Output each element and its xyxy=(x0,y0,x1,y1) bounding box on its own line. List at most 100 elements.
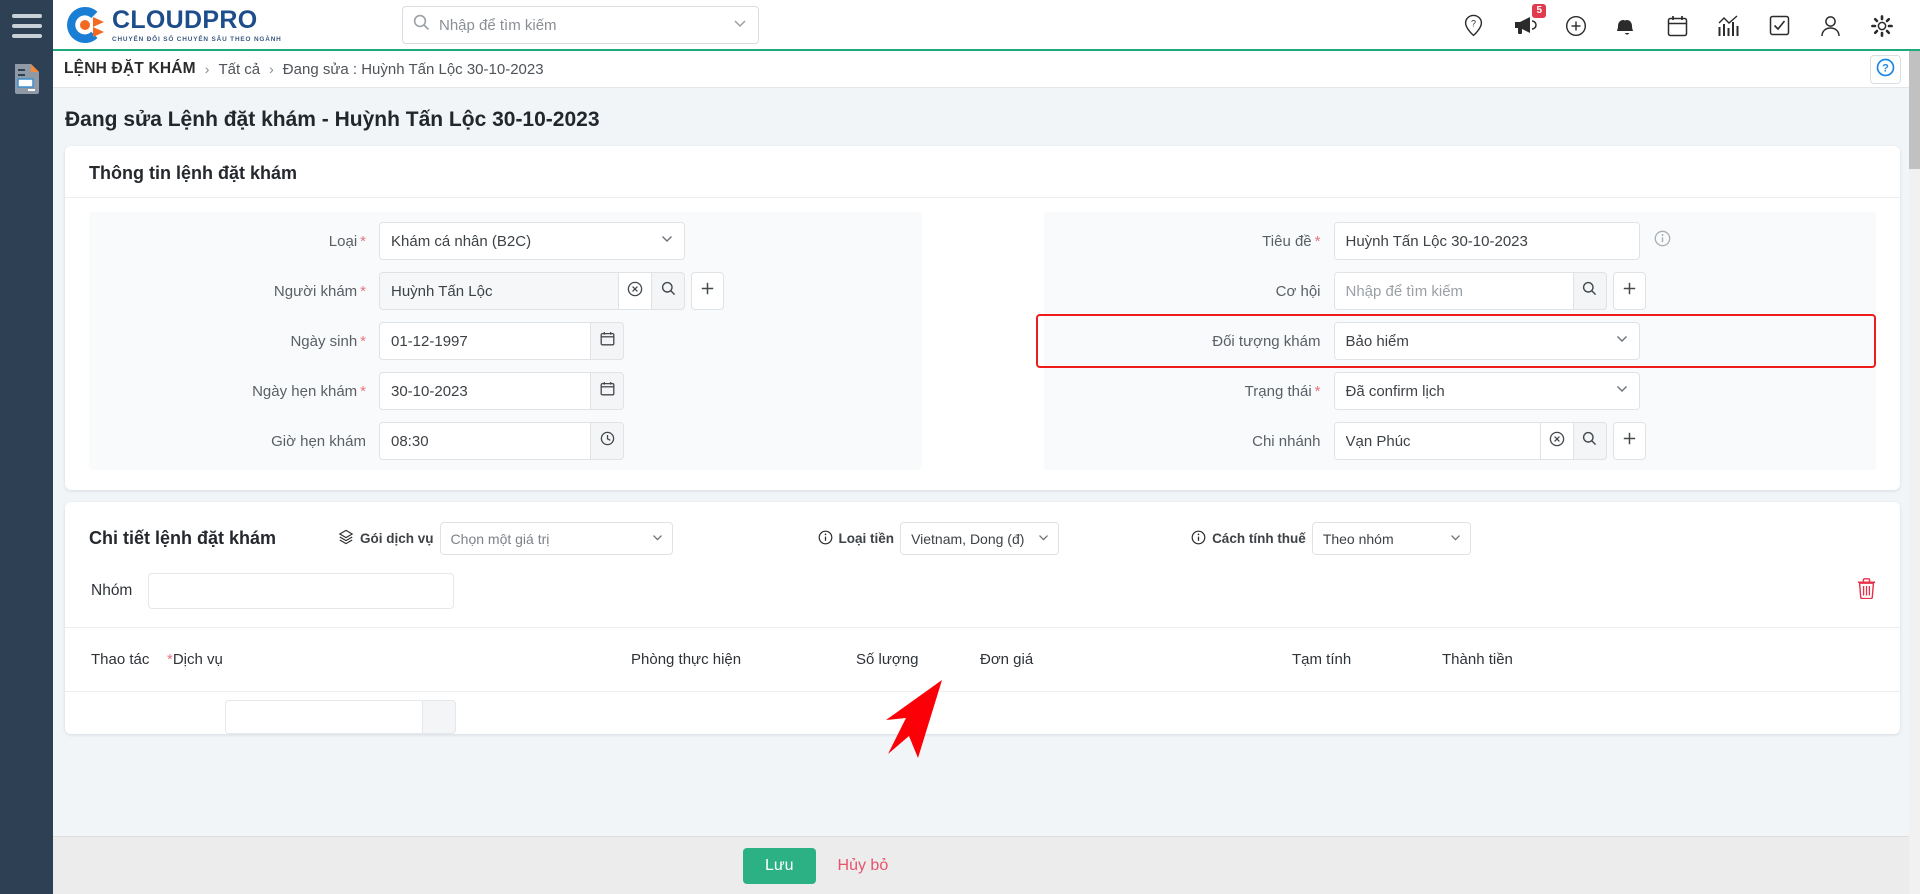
service-package-value: Chọn một giá trị xyxy=(450,530,550,547)
scrollbar-thumb[interactable] xyxy=(1909,51,1920,169)
time-picker-button[interactable] xyxy=(591,422,624,460)
info-circle-icon[interactable] xyxy=(1654,230,1671,252)
currency-value: Vietnam, Dong (đ) xyxy=(911,530,1025,547)
detail-table-header: Thao tác *Dịch vụ Phòng thực hiện Số lượ… xyxy=(65,628,1900,692)
save-button[interactable]: Lưu xyxy=(743,847,816,884)
field-label: Ngày hẹn khám * xyxy=(252,382,366,400)
trang-thai-value[interactable] xyxy=(1333,372,1640,410)
loai-select[interactable] xyxy=(379,222,685,260)
vertical-scrollbar[interactable] xyxy=(1909,51,1920,894)
page-body: Đang sửa Lệnh đặt khám - Huỳnh Tấn Lộc 3… xyxy=(53,88,1910,836)
co-hoi-lookup xyxy=(1333,272,1646,310)
clear-circle-icon xyxy=(627,281,643,302)
tieu-de-field xyxy=(1333,222,1640,260)
lookup-search-button[interactable] xyxy=(1573,422,1607,460)
location-pin-help-icon[interactable]: ? xyxy=(1461,13,1486,38)
tax-mode-value: Theo nhóm xyxy=(1322,530,1394,547)
brand-tagline: CHUYỂN ĐỔI SỐ CHUYÊN SÂU THEO NGÀNH xyxy=(112,35,282,43)
field-label: Cơ hội xyxy=(1275,282,1321,300)
add-button[interactable] xyxy=(1612,422,1646,460)
info-card: Thông tin lệnh đặt khám Loại* Người khám… xyxy=(65,146,1900,490)
group-label: Nhóm xyxy=(91,582,133,599)
service-lookup-button[interactable] xyxy=(423,700,456,734)
search-icon xyxy=(413,14,430,36)
field-doi-tuong-kham: Đối tượng khám xyxy=(1044,322,1877,360)
nguoi-kham-lookup xyxy=(379,272,724,310)
brand-logo[interactable]: CLOUDPRO CHUYỂN ĐỔI SỐ CHUYÊN SÂU THEO N… xyxy=(63,3,282,47)
bell-icon[interactable] xyxy=(1614,13,1639,38)
add-button[interactable] xyxy=(1612,272,1646,310)
cancel-button[interactable]: Hủy bỏ xyxy=(838,857,889,875)
field-nguoi-kham: Người khám * xyxy=(89,272,922,310)
gio-hen-kham-value[interactable] xyxy=(379,422,591,460)
column-header-action: Thao tác xyxy=(91,650,150,668)
chi-nhanh-value[interactable] xyxy=(1333,422,1541,460)
lookup-search-button[interactable] xyxy=(1573,272,1607,310)
plus-circle-icon[interactable] xyxy=(1563,13,1588,38)
column-header-subtotal: Tạm tính xyxy=(1292,651,1352,668)
document-module-icon[interactable] xyxy=(13,62,41,94)
gear-icon[interactable] xyxy=(1869,13,1894,38)
help-button[interactable]: ? xyxy=(1870,55,1901,84)
left-form-column: Loại* Người khám* xyxy=(89,212,922,470)
clear-button[interactable] xyxy=(1540,422,1574,460)
column-header-unit-price: Đơn giá xyxy=(980,651,1034,668)
megaphone-icon[interactable]: 5 xyxy=(1512,4,1546,38)
date-picker-button[interactable] xyxy=(591,322,624,360)
currency-select[interactable]: Vietnam, Dong (đ) xyxy=(900,522,1060,555)
search-icon xyxy=(1582,281,1597,301)
left-rail xyxy=(0,0,53,894)
breadcrumb-bar: LỆNH ĐẶT KHÁM › Tất cả › Đang sửa : Huỳn… xyxy=(53,51,1920,88)
footer-action-bar: Lưu Hủy bỏ xyxy=(53,836,1910,894)
user-icon[interactable] xyxy=(1818,13,1843,38)
trang-thai-select[interactable] xyxy=(1333,372,1640,410)
group-name-input[interactable] xyxy=(148,573,455,609)
field-co-hoi: Cơ hội xyxy=(1044,272,1877,310)
tax-mode-select[interactable]: Theo nhóm xyxy=(1311,522,1471,555)
search-input[interactable] xyxy=(439,16,732,34)
co-hoi-value[interactable] xyxy=(1333,272,1574,310)
loai-value[interactable] xyxy=(379,222,685,260)
clear-circle-icon xyxy=(1549,431,1565,452)
breadcrumb-item-all[interactable]: Tất cả xyxy=(218,61,260,78)
clear-button[interactable] xyxy=(619,272,652,310)
group-row: Nhóm xyxy=(65,555,1900,628)
doi-tuong-kham-value[interactable] xyxy=(1333,322,1640,360)
breadcrumb-separator: › xyxy=(269,61,274,77)
breadcrumb-root[interactable]: LỆNH ĐẶT KHÁM xyxy=(64,60,196,78)
plus-icon xyxy=(700,281,715,301)
column-header-room: Phòng thực hiện xyxy=(631,651,742,668)
chevron-down-icon[interactable] xyxy=(732,15,748,36)
hamburger-line xyxy=(12,24,42,28)
date-picker-button[interactable] xyxy=(591,372,624,410)
field-ngay-hen-kham: Ngày hẹn khám * xyxy=(89,372,922,410)
chi-nhanh-lookup xyxy=(1333,422,1646,460)
menu-toggle-icon[interactable] xyxy=(12,14,42,44)
chevron-down-icon xyxy=(1449,531,1462,547)
field-label: Tiêu đề * xyxy=(1262,232,1321,250)
field-label: Ngày sinh * xyxy=(290,332,366,350)
ngay-hen-kham-value[interactable] xyxy=(379,372,591,410)
top-bar: CLOUDPRO CHUYỂN ĐỔI SỐ CHUYÊN SÂU THEO N… xyxy=(53,0,1920,51)
notification-badge: 5 xyxy=(1532,4,1546,18)
checkbox-icon[interactable] xyxy=(1767,13,1792,38)
calendar-icon[interactable] xyxy=(1665,13,1690,38)
field-label: Loại * xyxy=(328,232,366,250)
info-circle-icon[interactable] xyxy=(818,530,833,548)
add-button[interactable] xyxy=(691,272,724,310)
service-package-group: Gói dịch vụ Chọn một giá trị xyxy=(338,522,673,555)
service-input[interactable] xyxy=(225,700,423,734)
ngay-sinh-value[interactable] xyxy=(379,322,591,360)
breadcrumb-item-current: Đang sửa : Huỳnh Tấn Lộc 30-10-2023 xyxy=(282,60,544,78)
global-search[interactable] xyxy=(402,6,759,44)
trash-icon[interactable] xyxy=(1857,578,1876,604)
info-circle-icon[interactable] xyxy=(1191,530,1206,548)
required-marker: * xyxy=(360,332,366,350)
column-header-service: *Dịch vụ xyxy=(167,651,223,668)
service-package-select[interactable]: Chọn một giá trị xyxy=(439,522,673,555)
lookup-search-button[interactable] xyxy=(652,272,685,310)
doi-tuong-kham-select[interactable] xyxy=(1333,322,1640,360)
tieu-de-value[interactable] xyxy=(1333,222,1640,260)
nguoi-kham-value[interactable] xyxy=(379,272,619,310)
chart-icon[interactable] xyxy=(1716,13,1741,38)
